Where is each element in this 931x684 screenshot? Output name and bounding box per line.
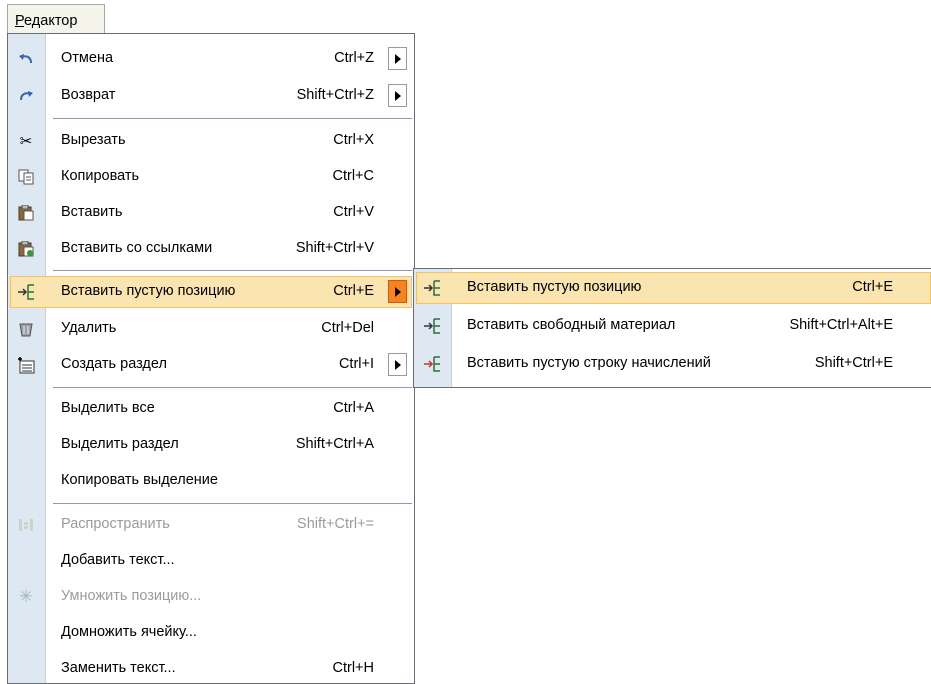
menu-title-mnemonic: Р bbox=[15, 13, 25, 29]
insert-position-icon bbox=[16, 282, 36, 302]
menu-item-label: Вставить пустую позицию bbox=[61, 283, 236, 299]
submenu-item-insert-charge-row[interactable]: Вставить пустую строку начислений Shift+… bbox=[414, 346, 931, 382]
editor-menu: Отмена Ctrl+Z Возврат Shift+Ctrl+Z ✂ Выр… bbox=[7, 33, 415, 684]
menu-item-label: Распространить bbox=[61, 516, 170, 532]
menu-item-undo[interactable]: Отмена Ctrl+Z bbox=[8, 41, 414, 77]
menu-item-redo[interactable]: Возврат Shift+Ctrl+Z bbox=[8, 78, 414, 114]
submenu-arrow-button[interactable] bbox=[388, 280, 407, 303]
menu-item-shortcut: Ctrl+V bbox=[333, 204, 374, 220]
redo-icon bbox=[16, 86, 36, 106]
menu-item-label: Вставить bbox=[61, 204, 123, 220]
menu-item-label: Добавить текст... bbox=[61, 552, 175, 568]
menu-item-cut[interactable]: ✂ Вырезать Ctrl+X bbox=[8, 123, 414, 159]
menu-title-rest: едактор bbox=[24, 13, 78, 29]
menu-item-delete[interactable]: Удалить Ctrl+Del bbox=[8, 311, 414, 347]
menu-separator bbox=[53, 118, 412, 119]
menu-item-label: Выделить раздел bbox=[61, 436, 179, 452]
menu-item-shortcut: Ctrl+I bbox=[338, 356, 374, 372]
submenu-arrow-button[interactable] bbox=[388, 84, 407, 107]
menu-item-multiply-position[interactable]: ✳ Умножить позицию... bbox=[8, 579, 414, 615]
menu-item-shortcut: Shift+Ctrl+V bbox=[295, 240, 374, 256]
insert-position-submenu: Вставить пустую позицию Ctrl+E Вставить … bbox=[413, 268, 931, 388]
cut-icon: ✂ bbox=[19, 131, 33, 150]
submenu-item-shortcut: Shift+Ctrl+E bbox=[814, 355, 893, 371]
menu-item-add-text[interactable]: Добавить текст... bbox=[8, 543, 414, 579]
menu-title-editor[interactable]: Редактор bbox=[7, 4, 105, 34]
spread-icon bbox=[16, 515, 36, 535]
chevron-right-icon bbox=[394, 286, 401, 297]
menu-item-shortcut: Ctrl+Z bbox=[334, 50, 374, 66]
copy-icon bbox=[16, 167, 36, 187]
menu-item-select-section[interactable]: Выделить раздел Shift+Ctrl+A bbox=[8, 427, 414, 463]
menu-item-select-all[interactable]: Выделить все Ctrl+A bbox=[8, 391, 414, 427]
paste-icon bbox=[16, 203, 36, 223]
menu-separator bbox=[53, 503, 412, 504]
insert-material-icon bbox=[422, 316, 442, 336]
menu-item-label: Отмена bbox=[61, 50, 114, 66]
submenu-item-shortcut: Shift+Ctrl+Alt+E bbox=[789, 317, 893, 333]
submenu-arrow-button[interactable] bbox=[388, 47, 407, 70]
submenu-item-insert-free-material[interactable]: Вставить свободный материал Shift+Ctrl+A… bbox=[414, 308, 931, 344]
menu-item-paste-links[interactable]: Вставить со ссылками Shift+Ctrl+V bbox=[8, 231, 414, 267]
submenu-arrow-button[interactable] bbox=[388, 353, 407, 376]
menu-item-paste[interactable]: Вставить Ctrl+V bbox=[8, 195, 414, 231]
chevron-right-icon bbox=[394, 359, 401, 370]
submenu-item-label: Вставить свободный материал bbox=[467, 317, 676, 333]
submenu-item-label: Вставить пустую строку начислений bbox=[467, 355, 711, 371]
menu-item-shortcut: Shift+Ctrl+A bbox=[295, 436, 374, 452]
new-section-icon bbox=[16, 355, 36, 375]
menu-item-label: Удалить bbox=[61, 320, 117, 336]
menu-item-shortcut: Shift+Ctrl+Z bbox=[296, 87, 374, 103]
multiply-icon: ✳ bbox=[18, 586, 34, 607]
menu-item-shortcut: Shift+Ctrl+= bbox=[297, 516, 374, 532]
insert-charge-row-icon bbox=[422, 354, 442, 374]
menu-item-shortcut: Ctrl+A bbox=[333, 400, 374, 416]
menu-separator bbox=[53, 270, 412, 271]
menu-item-insert-empty-position[interactable]: Вставить пустую позицию Ctrl+E bbox=[8, 274, 414, 310]
chevron-right-icon bbox=[394, 90, 401, 101]
menu-item-label: Вырезать bbox=[61, 132, 126, 148]
menu-item-label: Вставить со ссылками bbox=[61, 240, 213, 256]
paste-links-icon bbox=[16, 239, 36, 259]
chevron-right-icon bbox=[394, 53, 401, 64]
menu-item-shortcut: Ctrl+Del bbox=[321, 320, 374, 336]
menu-item-shortcut: Ctrl+H bbox=[332, 660, 375, 676]
menu-item-label: Копировать bbox=[61, 168, 140, 184]
menu-item-create-section[interactable]: Создать раздел Ctrl+I bbox=[8, 347, 414, 383]
menu-item-shortcut: Ctrl+X bbox=[333, 132, 374, 148]
menu-item-shortcut: Ctrl+E bbox=[333, 283, 374, 299]
submenu-item-shortcut: Ctrl+E bbox=[852, 279, 893, 295]
menu-item-spread[interactable]: Распространить Shift+Ctrl+= bbox=[8, 507, 414, 543]
menu-item-label: Выделить все bbox=[61, 400, 155, 416]
menu-item-label: Домножить ячейку... bbox=[61, 624, 197, 640]
menu-item-label: Умножить позицию... bbox=[61, 588, 202, 604]
menu-separator bbox=[53, 387, 412, 388]
menu-item-copy[interactable]: Копировать Ctrl+C bbox=[8, 159, 414, 195]
insert-position-icon bbox=[422, 278, 442, 298]
menu-item-shortcut: Ctrl+C bbox=[332, 168, 375, 184]
menu-item-label: Возврат bbox=[61, 87, 116, 103]
menu-item-copy-selection[interactable]: Копировать выделение bbox=[8, 463, 414, 499]
menu-item-label: Создать раздел bbox=[61, 356, 167, 372]
menu-item-label: Копировать выделение bbox=[61, 472, 218, 488]
trash-icon bbox=[16, 319, 36, 339]
menu-item-multiply-cell[interactable]: Домножить ячейку... bbox=[8, 615, 414, 651]
submenu-item-label: Вставить пустую позицию bbox=[467, 279, 642, 295]
undo-icon bbox=[16, 49, 36, 69]
menu-item-label: Заменить текст... bbox=[61, 660, 176, 676]
menu-item-replace-text[interactable]: Заменить текст... Ctrl+H bbox=[8, 651, 414, 683]
submenu-item-insert-empty-position[interactable]: Вставить пустую позицию Ctrl+E bbox=[414, 270, 931, 306]
